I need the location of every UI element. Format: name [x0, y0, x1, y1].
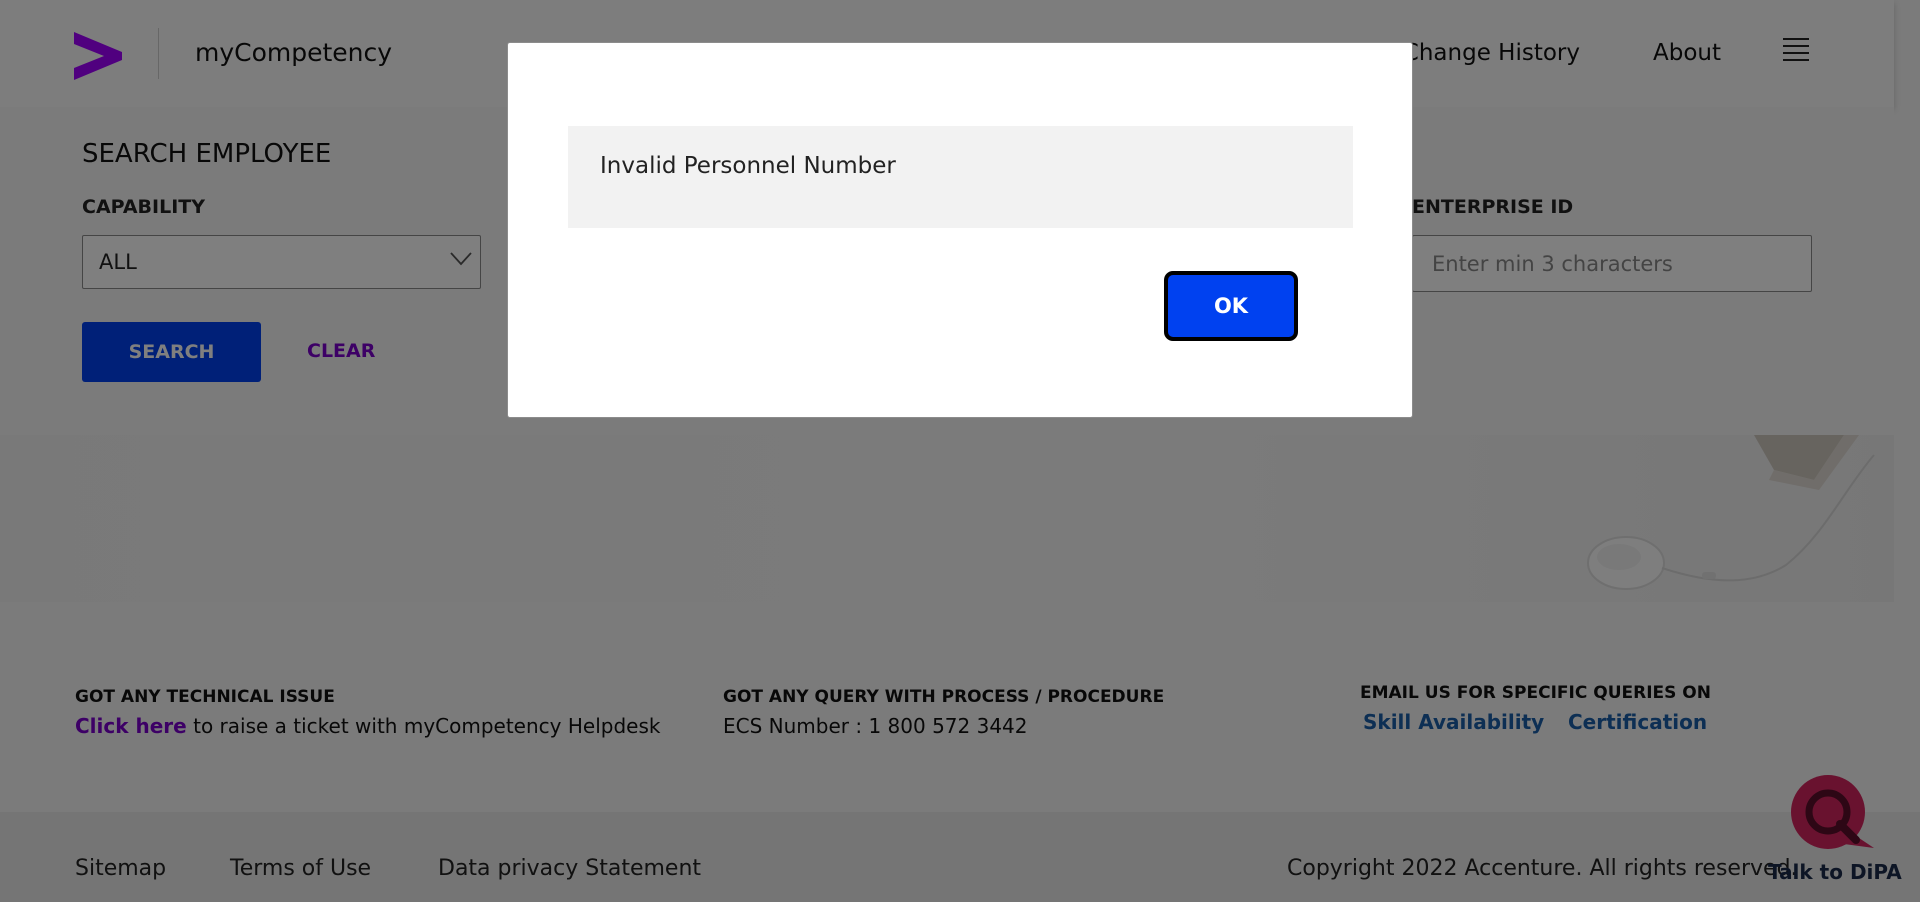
alert-message-box: Invalid Personnel Number [568, 126, 1353, 228]
alert-dialog: Invalid Personnel Number OK [507, 42, 1413, 418]
alert-message: Invalid Personnel Number [600, 153, 896, 179]
ok-button[interactable]: OK [1164, 271, 1298, 341]
